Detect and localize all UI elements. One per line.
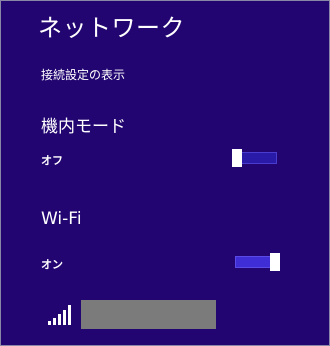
airplane-mode-state: オフ [41, 154, 63, 167]
panel-title: ネットワーク [38, 14, 185, 42]
airplane-mode-toggle-thumb[interactable] [232, 149, 242, 167]
airplane-mode-toggle[interactable] [231, 149, 281, 167]
wifi-signal-icon [48, 305, 71, 325]
wifi-state: オン [41, 258, 63, 271]
wifi-toggle-thumb[interactable] [270, 253, 280, 271]
airplane-mode-label: 機内モード [41, 117, 126, 137]
wifi-label: Wi-Fi [41, 209, 82, 229]
panel-frame [0, 0, 330, 346]
wifi-toggle[interactable] [231, 253, 281, 271]
network-name-redacted [81, 300, 216, 329]
network-list-item[interactable] [46, 300, 226, 332]
show-connection-settings-link[interactable]: 接続設定の表示 [41, 66, 125, 83]
